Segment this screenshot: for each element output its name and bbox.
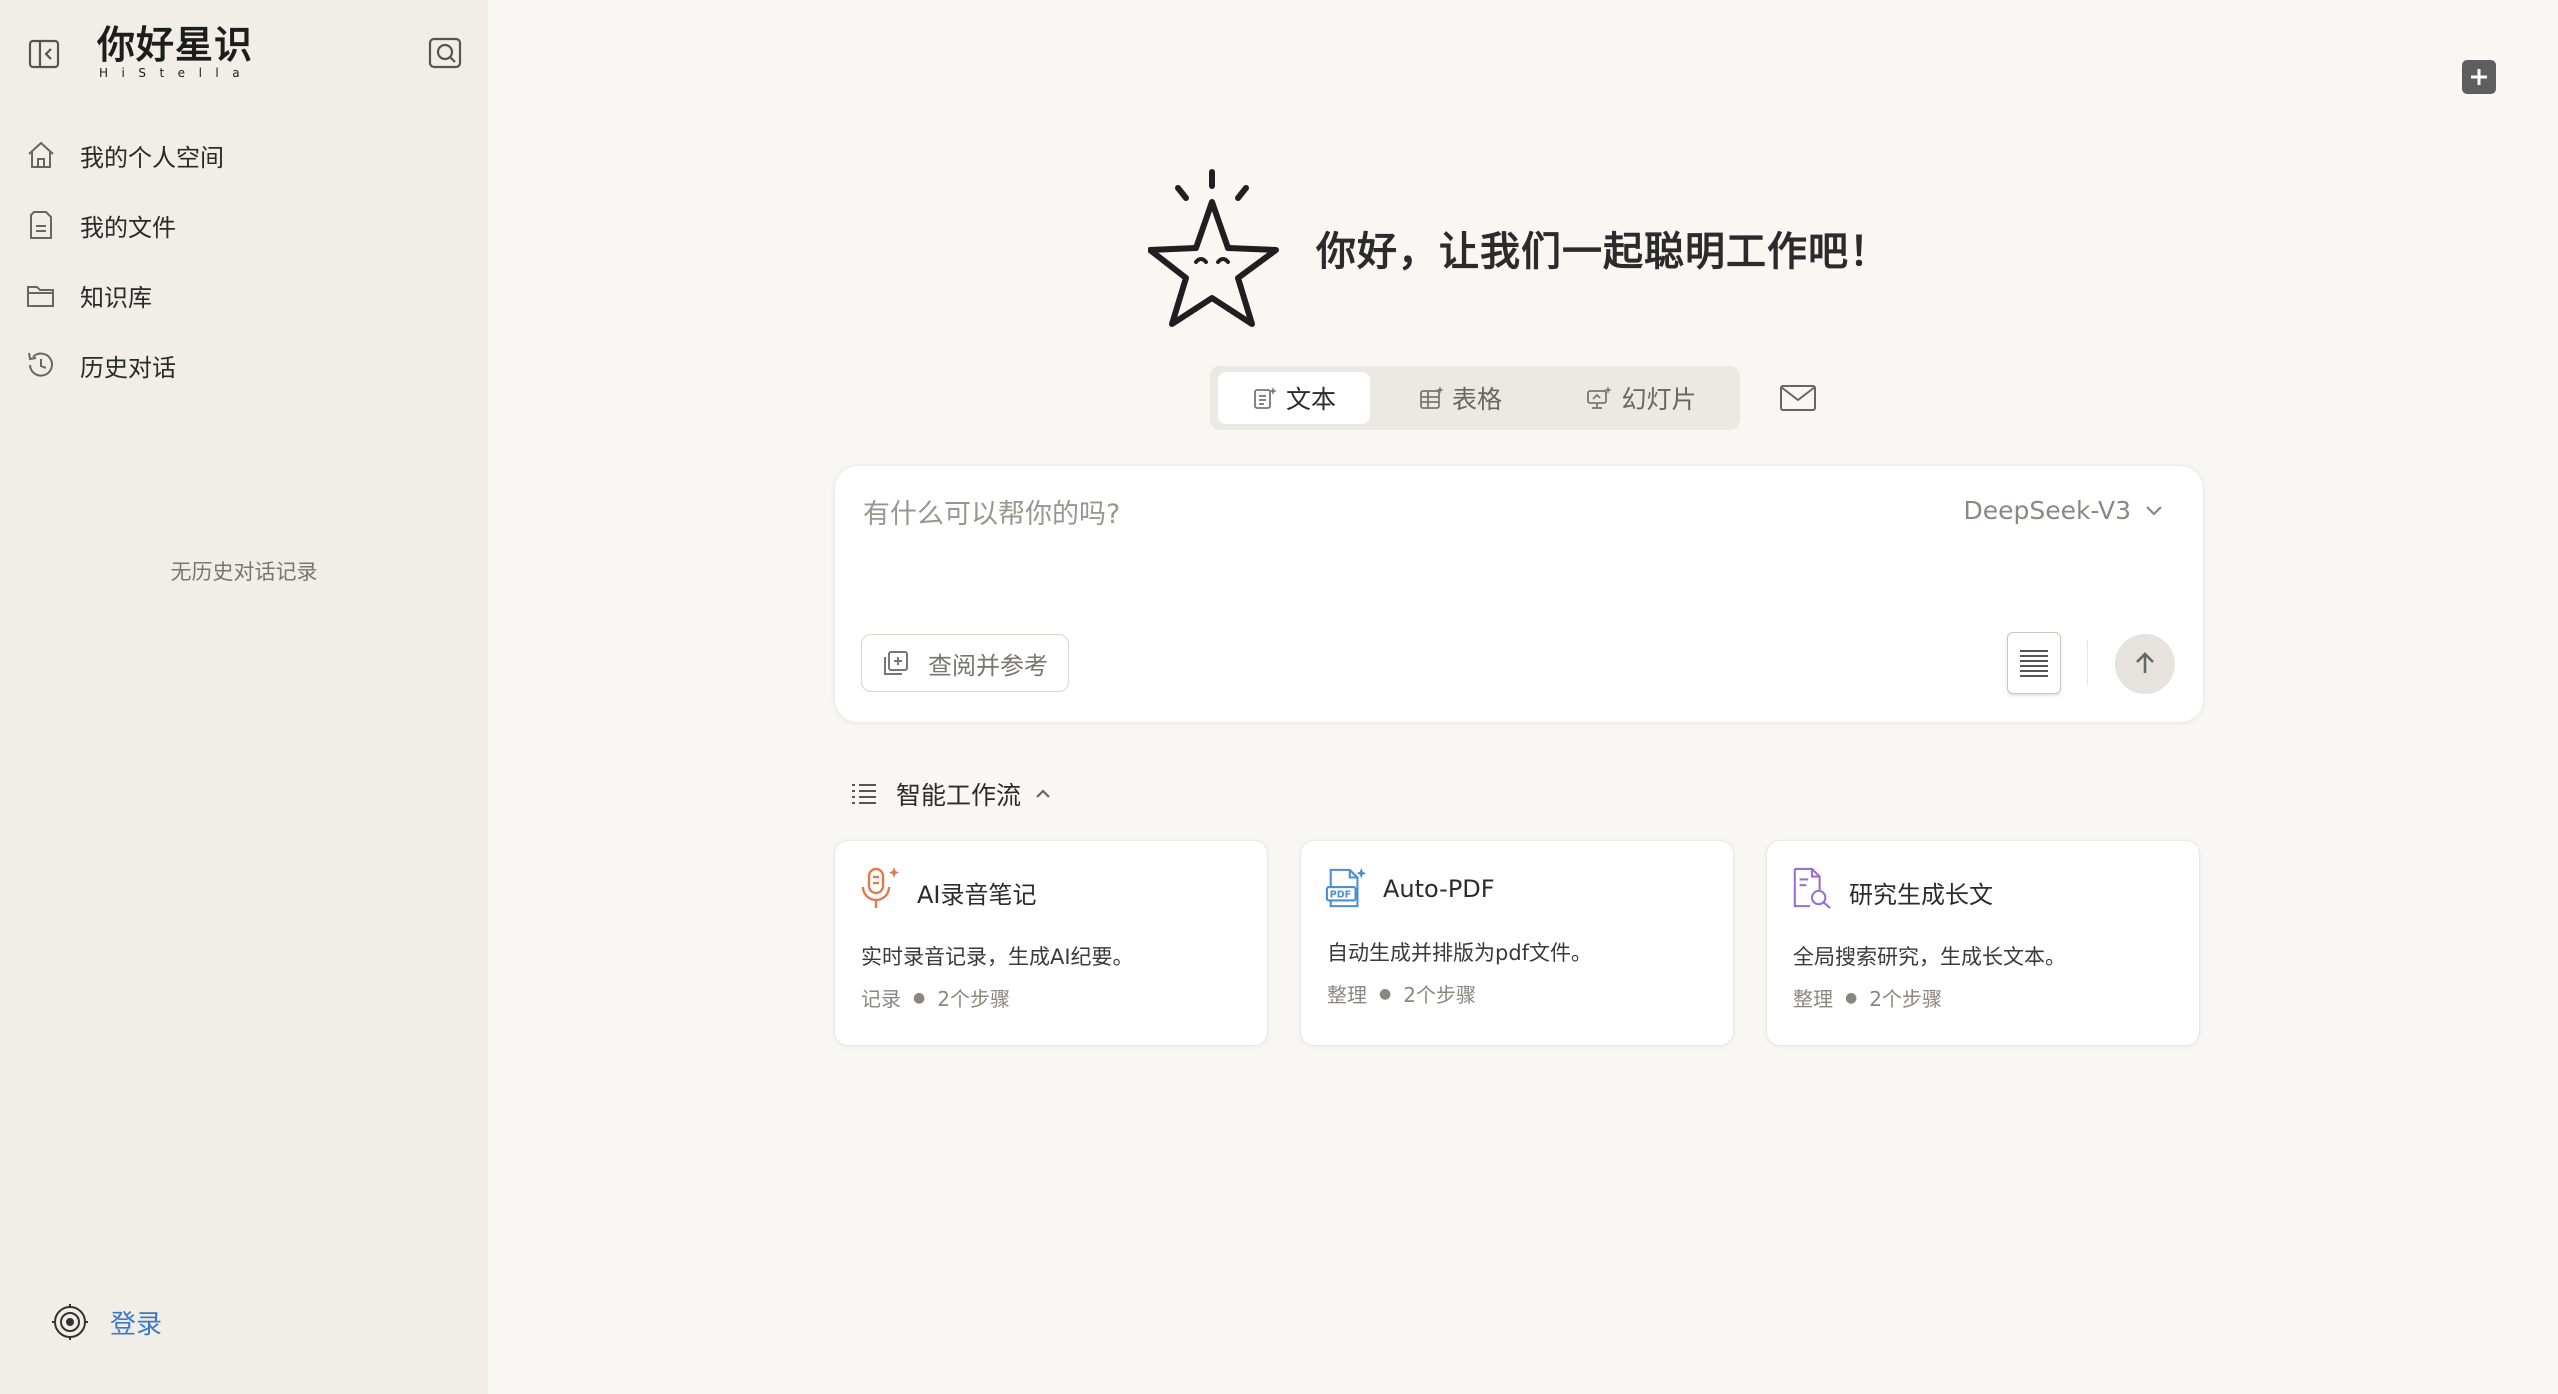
mode-tabs: 文本 表格 幻灯片 <box>1210 366 1740 430</box>
doc-search-icon <box>1791 865 1833 909</box>
user-avatar-icon <box>52 1304 88 1340</box>
tab-label: 文本 <box>1285 385 1336 414</box>
arrow-up-icon <box>2136 652 2154 673</box>
composer-divider <box>2087 641 2088 685</box>
hero-greeting: 你好，让我们一起聪明工作吧！ <box>1148 166 1890 330</box>
sidebar-item-history[interactable]: 历史对话 <box>0 330 488 400</box>
chat-input[interactable] <box>861 490 1865 574</box>
sidebar-item-personal-space[interactable]: 我的个人空间 <box>0 120 488 190</box>
workflow-card-meta: 整理 ● 2个步骤 <box>1793 983 1942 1012</box>
chevron-up-icon <box>1035 788 1051 800</box>
sidebar-item-label: 我的个人空间 <box>80 143 224 172</box>
workflow-card-auto-pdf[interactable]: PDF Auto-PDF 自动生成并排版为pdf文件。 整理 ● 2个步骤 <box>1300 840 1734 1046</box>
workflow-card-category: 记录 <box>861 987 901 1011</box>
table-icon <box>1418 385 1444 411</box>
file-icon <box>24 208 58 242</box>
workflow-card-title: AI录音笔记 <box>917 881 1037 909</box>
reference-label: 查阅并参考 <box>928 651 1048 680</box>
chevron-down-icon <box>2145 505 2163 517</box>
tab-label: 表格 <box>1451 385 1502 414</box>
workflow-card-title: Auto-PDF <box>1383 875 1495 903</box>
search-history-button[interactable] <box>424 32 466 74</box>
app-title: 你好星识 <box>97 23 254 67</box>
workflow-card-category: 整理 <box>1793 987 1833 1011</box>
sidebar-nav: 我的个人空间 我的文件 知识库 历史对话 <box>0 120 488 400</box>
workflow-card-steps: 2个步骤 <box>937 987 1010 1011</box>
sidebar: 你好星识 HiStella 我的个人空间 我的文件 知识库 历史对话 无历史对话… <box>0 0 488 1394</box>
sidebar-toggle-button[interactable] <box>24 34 64 74</box>
greeting-title: 你好，让我们一起聪明工作吧！ <box>1316 229 1890 275</box>
svg-text:PDF: PDF <box>1330 890 1351 901</box>
document-button[interactable] <box>2007 632 2061 694</box>
login-label: 登录 <box>110 1309 163 1340</box>
tab-table[interactable]: 表格 <box>1378 372 1542 424</box>
tab-text[interactable]: 文本 <box>1218 372 1370 424</box>
search-icon <box>428 37 462 69</box>
meta-separator: ● <box>1379 985 1392 1002</box>
model-name: DeepSeek-V3 <box>1963 496 2131 525</box>
tab-label: 幻灯片 <box>1621 385 1697 414</box>
app-logo: 你好星识 HiStella <box>97 22 253 80</box>
meta-separator: ● <box>1845 989 1858 1006</box>
reference-button[interactable]: 查阅并参考 <box>861 634 1069 692</box>
sidebar-collapse-icon <box>28 39 60 69</box>
app-root: 你好星识 HiStella 我的个人空间 我的文件 知识库 历史对话 无历史对话… <box>0 0 2558 1394</box>
workflow-header[interactable]: 智能工作流 <box>850 776 1051 812</box>
login-button[interactable]: 登录 <box>50 1302 162 1342</box>
meta-separator: ● <box>913 989 926 1006</box>
workflow-card-ai-recording[interactable]: AI录音笔记 实时录音记录，生成AI纪要。 记录 ● 2个步骤 <box>834 840 1268 1046</box>
workflow-card-steps: 2个步骤 <box>1403 983 1476 1007</box>
star-mascot-icon <box>1148 169 1279 327</box>
home-icon <box>24 138 58 172</box>
folder-icon <box>24 278 58 312</box>
workflow-header-label: 智能工作流 <box>896 781 1022 810</box>
microphone-icon <box>859 865 901 909</box>
sidebar-item-my-files[interactable]: 我的文件 <box>0 190 488 260</box>
plus-icon <box>2471 69 2487 85</box>
new-chat-button[interactable] <box>2462 60 2496 94</box>
workflow-card-desc: 全局搜索研究，生成长文本。 <box>1793 945 2066 969</box>
sidebar-item-label: 历史对话 <box>80 353 176 382</box>
document-lines-icon <box>2020 650 2048 677</box>
send-button[interactable] <box>2115 634 2175 694</box>
workflow-card-research[interactable]: 研究生成长文 全局搜索研究，生成长文本。 整理 ● 2个步骤 <box>1766 840 2200 1046</box>
empty-history-text: 无历史对话记录 <box>170 560 318 584</box>
text-doc-icon <box>1252 385 1278 411</box>
tab-slides[interactable]: 幻灯片 <box>1550 372 1732 424</box>
workflow-card-meta: 整理 ● 2个步骤 <box>1327 979 1476 1008</box>
slides-icon <box>1585 385 1613 411</box>
pdf-icon: PDF <box>1325 865 1367 909</box>
workflow-card-category: 整理 <box>1327 983 1367 1007</box>
mail-icon <box>1780 385 1816 411</box>
workflow-card-title: 研究生成长文 <box>1849 881 1993 909</box>
workflow-card-meta: 记录 ● 2个步骤 <box>861 983 1010 1012</box>
model-select[interactable]: DeepSeek-V3 <box>1963 496 2163 525</box>
mail-button[interactable] <box>1778 382 1818 414</box>
sidebar-item-knowledge-base[interactable]: 知识库 <box>0 260 488 330</box>
list-icon <box>852 784 876 804</box>
app-subtitle: HiStella <box>99 66 254 80</box>
add-reference-icon <box>882 649 910 677</box>
workflow-card-steps: 2个步骤 <box>1869 987 1942 1011</box>
workflow-card-desc: 自动生成并排版为pdf文件。 <box>1327 941 1593 965</box>
chat-composer: DeepSeek-V3 查阅并参考 <box>834 465 2204 723</box>
workflow-card-desc: 实时录音记录，生成AI纪要。 <box>861 945 1134 969</box>
history-icon <box>24 348 58 382</box>
sidebar-item-label: 我的文件 <box>80 213 176 242</box>
sidebar-item-label: 知识库 <box>80 283 152 312</box>
